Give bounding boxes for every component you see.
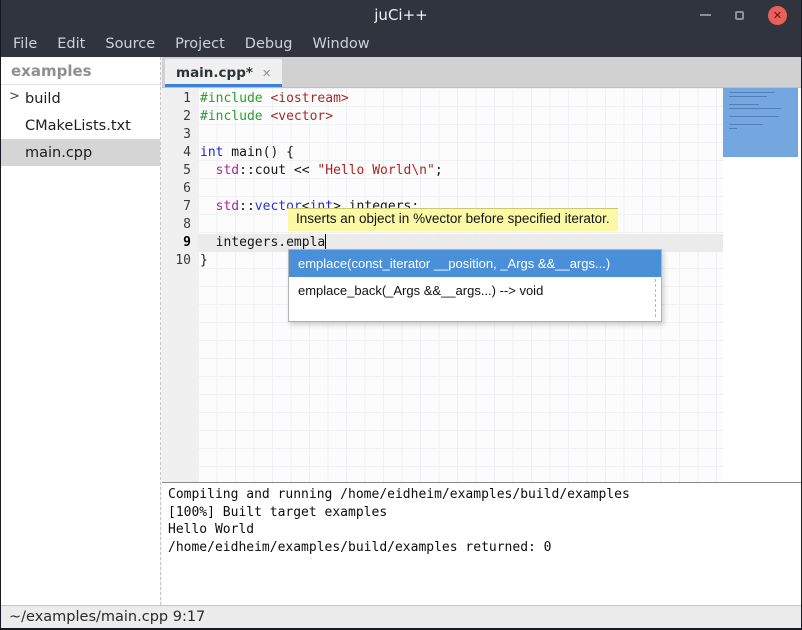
completion-item[interactable]: emplace(const_iterator __position, _Args… — [289, 250, 661, 277]
code-editor[interactable]: 12345678910 #include <iostream>#include … — [162, 88, 801, 482]
minimap-code-line — [729, 96, 767, 97]
restore-icon[interactable] — [735, 11, 744, 20]
text-cursor — [325, 234, 326, 249]
code-token: "Hello World\n" — [317, 163, 434, 178]
minimap-code-line — [729, 128, 737, 129]
sidebar-item-cmakelists.txt[interactable]: CMakeLists.txt — [1, 112, 160, 139]
file-tree: >build CMakeLists.txt main.cpp — [1, 85, 160, 166]
terminal-line: Compiling and running /home/eidheim/exam… — [168, 486, 795, 504]
file-tree-panel: examples >build CMakeLists.txt main.cpp — [1, 57, 160, 605]
completion-popup: emplace(const_iterator __position, _Args… — [288, 249, 662, 322]
line-number: 7 — [162, 198, 198, 216]
code-token: std — [216, 163, 239, 178]
minimap-code-line — [729, 104, 759, 105]
code-line: int main() { — [198, 144, 723, 162]
code-line — [198, 126, 723, 144]
code-line — [198, 180, 723, 198]
line-number: 1 — [162, 90, 198, 108]
menu-item-debug[interactable]: Debug — [235, 33, 303, 55]
menu-item-project[interactable]: Project — [165, 33, 235, 55]
completion-item[interactable]: emplace_back(_Args &&__args...) --> void — [289, 277, 661, 304]
minimap-code-line — [729, 124, 763, 125]
tab-close-icon[interactable]: ✕ — [262, 67, 271, 80]
window-title: juCi++ — [1, 6, 801, 24]
code-token: <iostream> — [270, 91, 348, 106]
titlebar[interactable]: juCi++ ✕ — [1, 0, 801, 30]
code-token — [200, 163, 216, 178]
popup-scrollbar[interactable] — [655, 279, 656, 317]
code-line: #include <iostream> — [198, 90, 723, 108]
line-number: 4 — [162, 144, 198, 162]
code-token: int — [200, 145, 223, 160]
status-file-position: ~/examples/main.cpp 9:17 — [9, 609, 205, 625]
menu-item-file[interactable]: File — [3, 33, 47, 55]
code-token: main() { — [223, 145, 293, 160]
app-window: juCi++ ✕ FileEditSourceProjectDebugWindo… — [0, 0, 802, 630]
line-number: 6 — [162, 180, 198, 198]
menu-item-source[interactable]: Source — [95, 33, 165, 55]
active-tab-indicator — [165, 84, 282, 87]
sidebar-item-build[interactable]: >build — [1, 85, 160, 112]
code-token: ::cout << — [239, 163, 317, 178]
line-number: 3 — [162, 126, 198, 144]
code-token: ; — [435, 163, 443, 178]
code-token: <vector> — [270, 109, 333, 124]
menu-item-edit[interactable]: Edit — [47, 33, 95, 55]
minimize-icon[interactable] — [700, 14, 711, 16]
build-output-terminal[interactable]: Compiling and running /home/eidheim/exam… — [162, 482, 801, 605]
chevron-right-icon[interactable]: > — [9, 89, 20, 104]
minimap-code-line — [729, 92, 775, 93]
tab-label: main.cpp* — [176, 65, 253, 81]
code-line: #include <vector> — [198, 108, 723, 126]
editor-column: main.cpp* ✕ 12345678910 #include <iostre… — [162, 57, 801, 605]
minimap-slider[interactable] — [723, 88, 798, 157]
terminal-line: /home/eidheim/examples/build/examples re… — [168, 539, 795, 557]
sidebar-item-label: CMakeLists.txt — [1, 118, 131, 134]
code-token: :: — [239, 199, 255, 214]
terminal-line: [100%] Built target examples — [168, 504, 795, 522]
project-name: examples — [1, 57, 160, 85]
line-number: 10 — [162, 252, 198, 270]
code-token: } — [200, 253, 208, 268]
status-bar: ~/examples/main.cpp 9:17 — [1, 605, 801, 628]
code-token: std — [216, 199, 239, 214]
minimap-code-line — [729, 108, 781, 109]
tab-bar: main.cpp* ✕ — [162, 57, 801, 88]
menubar: FileEditSourceProjectDebugWindow — [1, 30, 801, 57]
minimap-code-line — [729, 116, 779, 117]
code-token — [200, 199, 216, 214]
window-controls: ✕ — [700, 6, 801, 25]
terminal-line: Hello World — [168, 521, 795, 539]
sidebar-item-main.cpp[interactable]: main.cpp — [1, 139, 160, 166]
menu-item-window[interactable]: Window — [302, 33, 379, 55]
line-number: 2 — [162, 108, 198, 126]
tab-main-cpp[interactable]: main.cpp* ✕ — [165, 59, 282, 87]
close-icon[interactable]: ✕ — [768, 6, 787, 25]
code-token: #include — [200, 109, 263, 124]
code-line: std::cout << "Hello World\n"; — [198, 162, 723, 180]
sidebar-item-label: main.cpp — [1, 145, 92, 161]
line-number: 8 — [162, 216, 198, 234]
main-body: examples >build CMakeLists.txt main.cpp ma… — [1, 57, 801, 605]
line-number: 9 — [162, 234, 198, 252]
completion-tooltip: Inserts an object in %vector before spec… — [288, 208, 618, 231]
code-token: integers.empla — [200, 235, 325, 250]
code-lines: #include <iostream>#include <vector>int … — [198, 88, 723, 270]
code-token: #include — [200, 91, 263, 106]
line-number-gutter: 12345678910 — [162, 88, 198, 482]
line-number: 5 — [162, 162, 198, 180]
minimap — [723, 88, 801, 482]
